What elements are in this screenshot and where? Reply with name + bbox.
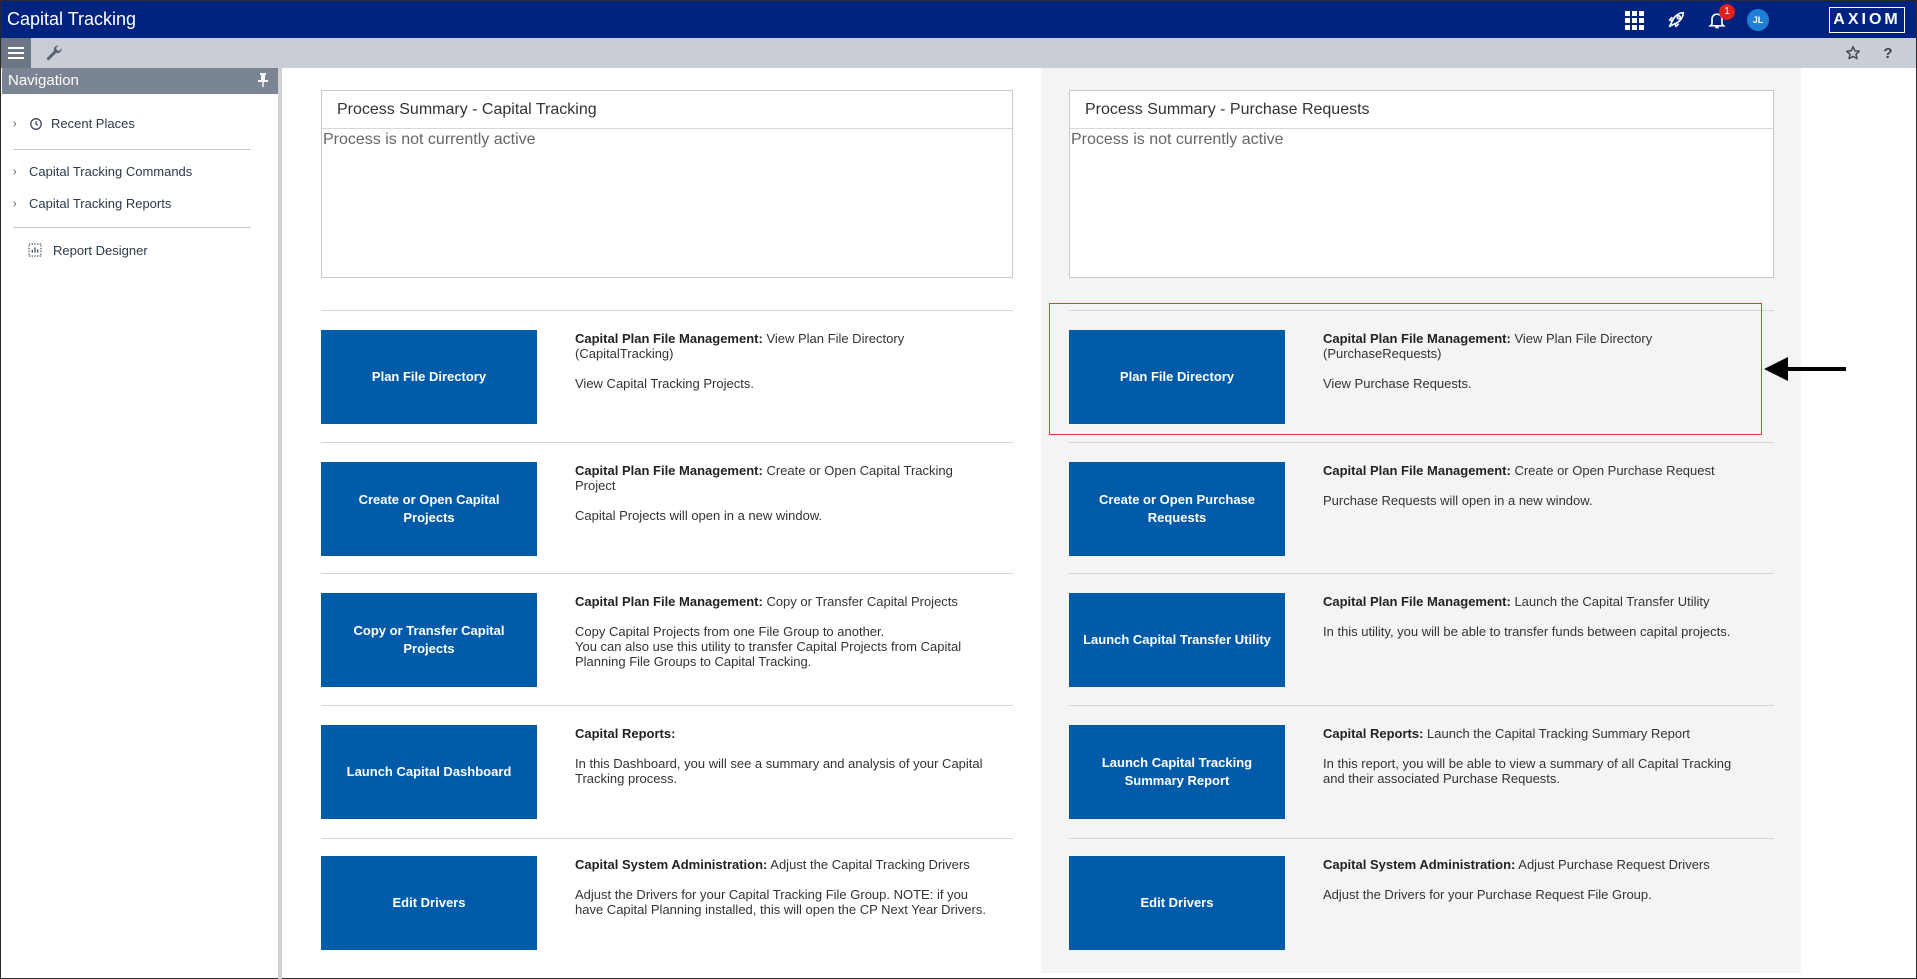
chevron-right-icon: ›	[13, 197, 17, 210]
row-description: Capital System Administration: Adjust th…	[575, 857, 986, 917]
star-icon[interactable]	[1843, 43, 1863, 63]
divider	[321, 705, 1013, 706]
launch-capital-transfer-utility-button[interactable]: Launch Capital Transfer Utility	[1069, 593, 1285, 687]
rocket-icon[interactable]	[1664, 8, 1688, 32]
divider	[321, 838, 1013, 839]
divider	[13, 227, 251, 228]
divider	[1069, 705, 1774, 706]
toolbar: ?	[0, 38, 1917, 68]
axiom-logo: AXIOM	[1829, 7, 1905, 33]
sidebar-item-label: Recent Places	[51, 116, 135, 131]
clock-icon	[30, 117, 42, 130]
divider	[321, 573, 1013, 574]
chevron-right-icon: ›	[13, 165, 17, 178]
sidebar-item-recent-places[interactable]: › Recent Places	[13, 116, 135, 131]
divider	[1069, 442, 1774, 443]
highlight-box	[1049, 303, 1762, 435]
avatar[interactable]: JL	[1747, 9, 1769, 31]
app-title: Capital Tracking	[7, 9, 137, 29]
pin-icon[interactable]	[258, 73, 268, 87]
sidebar-item-label: Report Designer	[53, 242, 148, 258]
divider	[1069, 838, 1774, 839]
row-description: Capital Plan File Management: Create or …	[575, 463, 953, 523]
row-description: Capital Plan File Management: Copy or Tr…	[575, 594, 962, 669]
navigation-header: Navigation	[2, 68, 278, 94]
edit-drivers-button[interactable]: Edit Drivers	[321, 856, 537, 950]
app-launcher-icon[interactable]	[1622, 8, 1646, 32]
navigation-title: Navigation	[8, 72, 79, 89]
sidebar-item-label: Capital Tracking Commands	[29, 164, 193, 179]
bell-icon[interactable]: 1	[1705, 4, 1735, 32]
row-description: Capital System Administration: Adjust Pu…	[1323, 857, 1710, 902]
row-description: Capital Plan File Management: Create or …	[1323, 463, 1715, 508]
row-description: Capital Plan File Management: Launch the…	[1323, 594, 1731, 639]
help-icon[interactable]: ?	[1878, 43, 1898, 63]
process-summary-purchase-requests: Process Summary - Purchase Requests Proc…	[1069, 90, 1774, 278]
sidebar-item-capital-tracking-commands[interactable]: › Capital Tracking Commands	[13, 164, 192, 179]
launch-capital-dashboard-button[interactable]: Launch Capital Dashboard	[321, 725, 537, 819]
row-description: Capital Plan File Management: View Plan …	[575, 331, 905, 391]
navigation-panel: Navigation › Recent Places › Capital Tra…	[0, 68, 280, 979]
sidebar-item-report-designer[interactable]: Report Designer	[27, 242, 148, 258]
process-summary-capital-tracking: Process Summary - Capital Tracking Proce…	[321, 90, 1013, 278]
divider	[1069, 573, 1774, 574]
menu-icon[interactable]	[1, 38, 31, 68]
top-bar: Capital Tracking 1 JL AXIOM	[0, 0, 1917, 38]
wrench-icon[interactable]	[44, 43, 66, 63]
row-description: Capital Reports: In this Dashboard, you …	[575, 726, 983, 786]
summary-title: Process Summary - Capital Tracking	[322, 91, 1012, 129]
create-open-purchase-requests-button[interactable]: Create or Open Purchase Requests	[1069, 462, 1285, 556]
summary-title: Process Summary - Purchase Requests	[1070, 91, 1773, 129]
plan-file-directory-button[interactable]: Plan File Directory	[321, 330, 537, 424]
copy-transfer-capital-projects-button[interactable]: Copy or Transfer Capital Projects	[321, 593, 537, 687]
divider	[321, 310, 1013, 311]
chevron-right-icon: ›	[13, 117, 17, 130]
report-designer-icon	[28, 243, 42, 257]
summary-status: Process is not currently active	[323, 131, 536, 148]
edit-drivers-button[interactable]: Edit Drivers	[1069, 856, 1285, 950]
sidebar-item-label: Capital Tracking Reports	[29, 196, 172, 211]
divider	[13, 149, 251, 150]
summary-status: Process is not currently active	[1071, 131, 1284, 148]
arrow-left-icon	[1764, 357, 1846, 381]
sidebar-item-capital-tracking-reports[interactable]: › Capital Tracking Reports	[13, 196, 171, 211]
launch-capital-tracking-summary-report-button[interactable]: Launch Capital Tracking Summary Report	[1069, 725, 1285, 819]
row-description: Capital Reports: Launch the Capital Trac…	[1323, 726, 1732, 786]
create-open-capital-projects-button[interactable]: Create or Open Capital Projects	[321, 462, 537, 556]
notification-badge: 1	[1719, 4, 1735, 20]
divider	[321, 442, 1013, 443]
